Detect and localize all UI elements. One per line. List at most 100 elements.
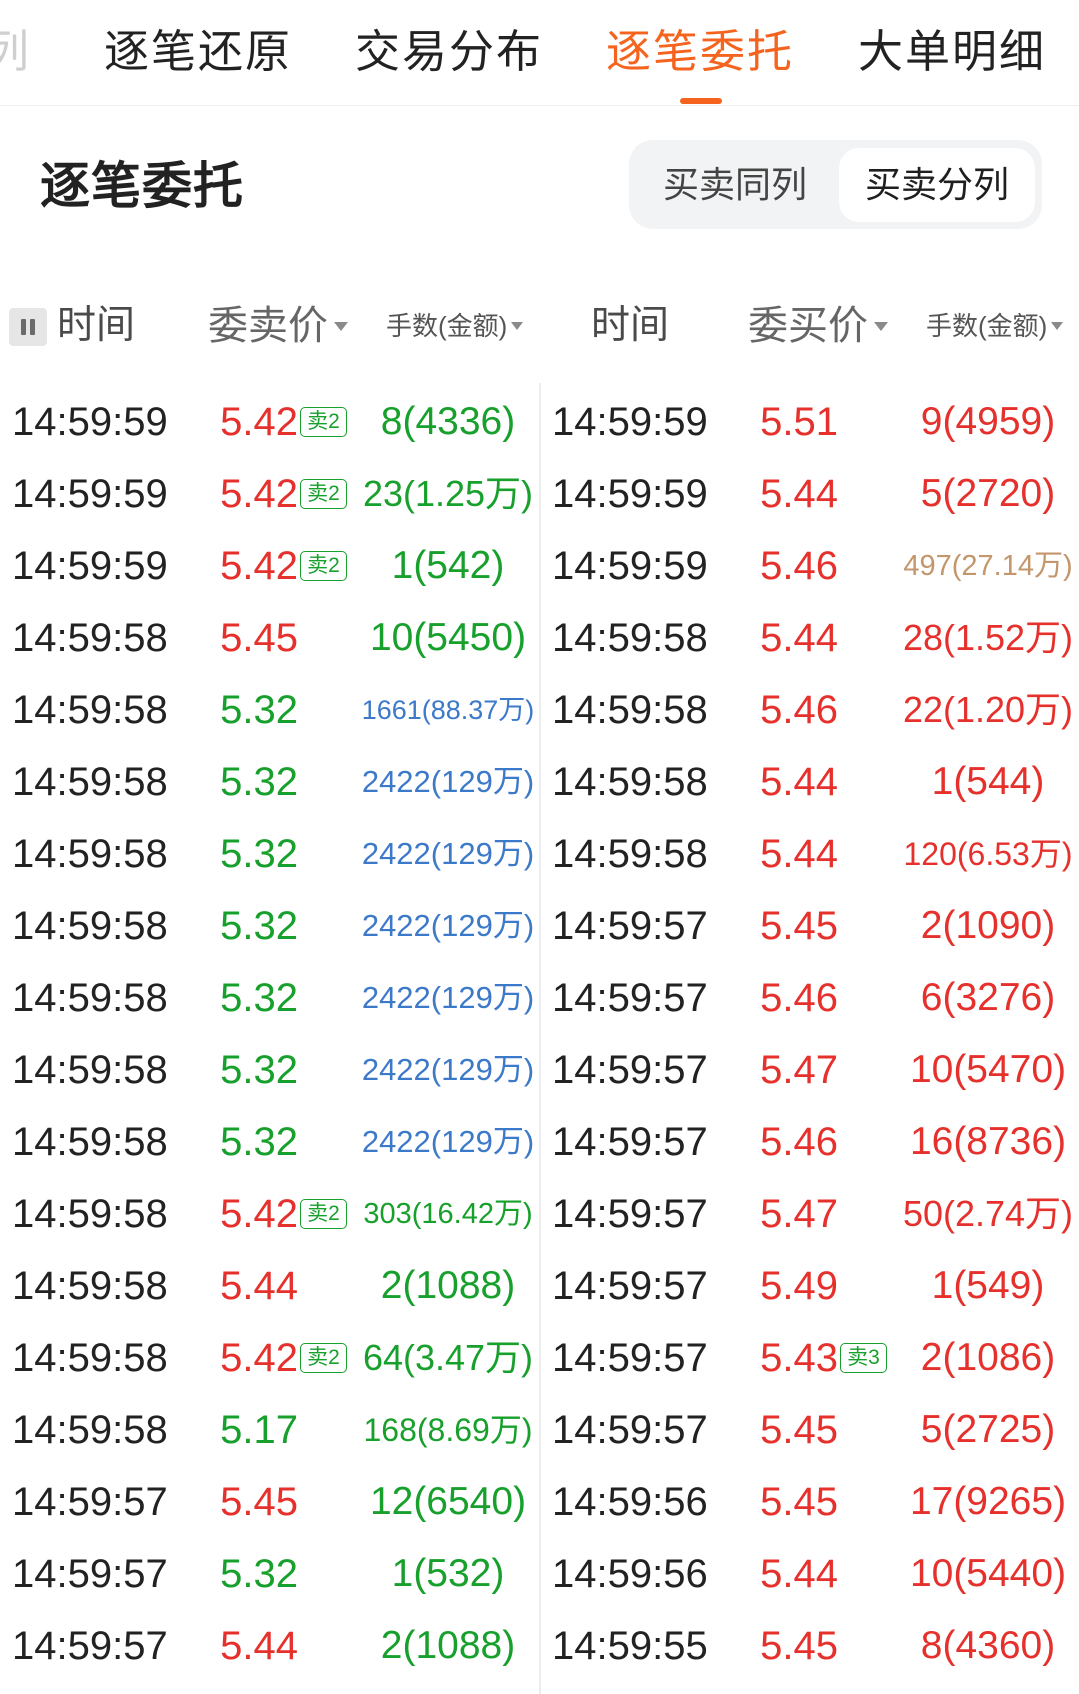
order-time: 14:59:59	[552, 544, 708, 588]
buy-orders-table: 14:59:59 5.51 9(4959) 14:59:59 5.44 5(2720) 14…	[540, 386, 1079, 1682]
column-header-volume-amount[interactable]: 手数(金额)	[926, 300, 1064, 352]
order-price: 5.32	[220, 1120, 298, 1164]
tab-trade-distribution[interactable]: 交易分布	[355, 0, 543, 104]
order-price: 5.44	[760, 616, 838, 660]
buy-order-row: 14:59:56 5.44 10(5440)	[540, 1538, 1079, 1610]
order-volume-text: 10(5470)	[909, 1048, 1067, 1091]
order-price: 5.32	[220, 1552, 298, 1596]
order-volume-text: 64(3.47万)	[362, 1337, 534, 1378]
order-price: 5.47	[760, 1192, 838, 1236]
order-price: 5.44	[760, 1552, 838, 1596]
active-tab-indicator	[680, 98, 722, 104]
order-price: 5.46	[760, 1120, 838, 1164]
order-price: 5.44	[220, 1264, 298, 1308]
order-time: 14:59:58	[12, 1408, 168, 1452]
order-volume-amount: 2422(129万)	[358, 890, 538, 962]
order-price: 5.45	[760, 1408, 838, 1452]
order-time: 14:59:58	[12, 760, 168, 804]
order-price: 5.42	[220, 544, 298, 588]
tab-order-by-order[interactable]: 逐笔委托	[606, 0, 794, 104]
view-option-split-columns[interactable]: 买卖分列	[839, 148, 1035, 222]
order-volume-amount: 8(4336)	[358, 386, 538, 458]
order-price: 5.51	[760, 400, 838, 444]
buy-order-row: 14:59:57 5.45 2(1090)	[540, 890, 1079, 962]
column-header-volume-amount[interactable]: 手数(金额)	[386, 300, 524, 352]
order-time: 14:59:57	[12, 1624, 168, 1668]
order-volume-text: 28(1.52万)	[902, 617, 1074, 658]
order-volume-text: 8(4336)	[380, 400, 516, 443]
order-time: 14:59:58	[12, 832, 168, 876]
order-volume-amount: 12(6540)	[358, 1466, 538, 1538]
order-time: 14:59:59	[12, 544, 168, 588]
view-option-same-column[interactable]: 买卖同列	[637, 148, 833, 222]
order-volume-text: 303(16.42万)	[363, 1198, 533, 1230]
order-volume-amount: 1661(88.37万)	[358, 674, 538, 746]
order-volume-text: 12(6540)	[369, 1480, 527, 1523]
order-time: 14:59:59	[552, 472, 708, 516]
order-volume-text: 2422(129万)	[361, 908, 535, 943]
order-volume-amount: 497(27.14万)	[898, 530, 1078, 602]
order-volume-text: 2(1088)	[380, 1624, 516, 1667]
column-header-time: 时间	[57, 304, 136, 347]
order-volume-amount: 64(3.47万)	[358, 1322, 538, 1394]
order-volume-amount: 1(532)	[358, 1538, 538, 1610]
order-price: 5.42	[220, 1192, 298, 1236]
order-level-badge: 卖2	[300, 479, 347, 509]
order-time: 14:59:57	[552, 1120, 708, 1164]
pause-icon[interactable]	[9, 308, 47, 346]
column-header-volume-label: 手数(金额)	[926, 311, 1048, 341]
order-volume-text: 2422(129万)	[361, 1052, 535, 1087]
buy-order-row: 14:59:58 5.44 1(544)	[540, 746, 1079, 818]
buy-order-row: 14:59:57 5.46 16(8736)	[540, 1106, 1079, 1178]
order-price: 5.17	[220, 1408, 298, 1452]
sell-order-row: 14:59:58 5.32 2422(129万)	[0, 890, 539, 962]
order-price: 5.32	[220, 976, 298, 1020]
order-price: 5.43	[760, 1336, 838, 1380]
order-volume-text: 2422(129万)	[361, 1124, 535, 1159]
order-volume-text: 17(9265)	[909, 1480, 1067, 1523]
order-volume-amount: 17(9265)	[898, 1466, 1078, 1538]
column-header-bid-price[interactable]: 委买价	[748, 300, 888, 352]
order-price: 5.49	[760, 1264, 838, 1308]
order-volume-amount: 2(1088)	[358, 1250, 538, 1322]
order-time: 14:59:57	[552, 1408, 708, 1452]
column-header-ask-price-label: 委卖价	[208, 304, 328, 348]
column-header-ask-price[interactable]: 委卖价	[208, 300, 348, 352]
tab-large-order-details[interactable]: 大单明细	[858, 0, 1046, 104]
order-time: 14:59:59	[12, 400, 168, 444]
order-volume-amount: 23(1.25万)	[358, 458, 538, 530]
tab-trade-replay[interactable]: 逐笔还原	[104, 0, 292, 104]
sell-order-row: 14:59:58 5.44 2(1088)	[0, 1250, 539, 1322]
order-time: 14:59:58	[12, 1120, 168, 1164]
order-price: 5.45	[760, 1480, 838, 1524]
order-volume-amount: 10(5470)	[898, 1034, 1078, 1106]
buy-order-row: 14:59:59 5.46 497(27.14万)	[540, 530, 1079, 602]
order-volume-amount: 22(1.20万)	[898, 674, 1078, 746]
order-volume-text: 1(532)	[391, 1552, 505, 1595]
order-volume-amount: 2422(129万)	[358, 1034, 538, 1106]
order-volume-text: 8(4360)	[920, 1624, 1056, 1667]
order-price: 5.32	[220, 832, 298, 876]
order-volume-amount: 28(1.52万)	[898, 602, 1078, 674]
order-price: 5.32	[220, 1048, 298, 1092]
buy-order-row: 14:59:58 5.44 120(6.53万)	[540, 818, 1079, 890]
order-volume-amount: 50(2.74万)	[898, 1178, 1078, 1250]
order-level-badge: 卖2	[300, 551, 347, 581]
order-volume-amount: 6(3276)	[898, 962, 1078, 1034]
order-volume-amount: 8(4360)	[898, 1610, 1078, 1682]
order-volume-text: 10(5450)	[369, 616, 527, 659]
buy-table-header: 时间 委买价 手数(金额)	[540, 300, 1079, 352]
order-volume-amount: 5(2720)	[898, 458, 1078, 530]
order-volume-text: 22(1.20万)	[902, 689, 1074, 730]
tab-previous-partial[interactable]: 列	[0, 0, 31, 104]
order-price: 5.46	[760, 976, 838, 1020]
order-volume-text: 5(2725)	[920, 1408, 1056, 1451]
order-volume-amount: 2(1088)	[358, 1610, 538, 1682]
order-volume-text: 9(4959)	[920, 400, 1056, 443]
order-price: 5.47	[760, 1048, 838, 1092]
buy-order-row: 14:59:59 5.44 5(2720)	[540, 458, 1079, 530]
order-volume-amount: 9(4959)	[898, 386, 1078, 458]
buy-order-row: 14:59:57 5.45 5(2725)	[540, 1394, 1079, 1466]
order-price: 5.32	[220, 904, 298, 948]
order-volume-text: 16(8736)	[909, 1120, 1067, 1163]
